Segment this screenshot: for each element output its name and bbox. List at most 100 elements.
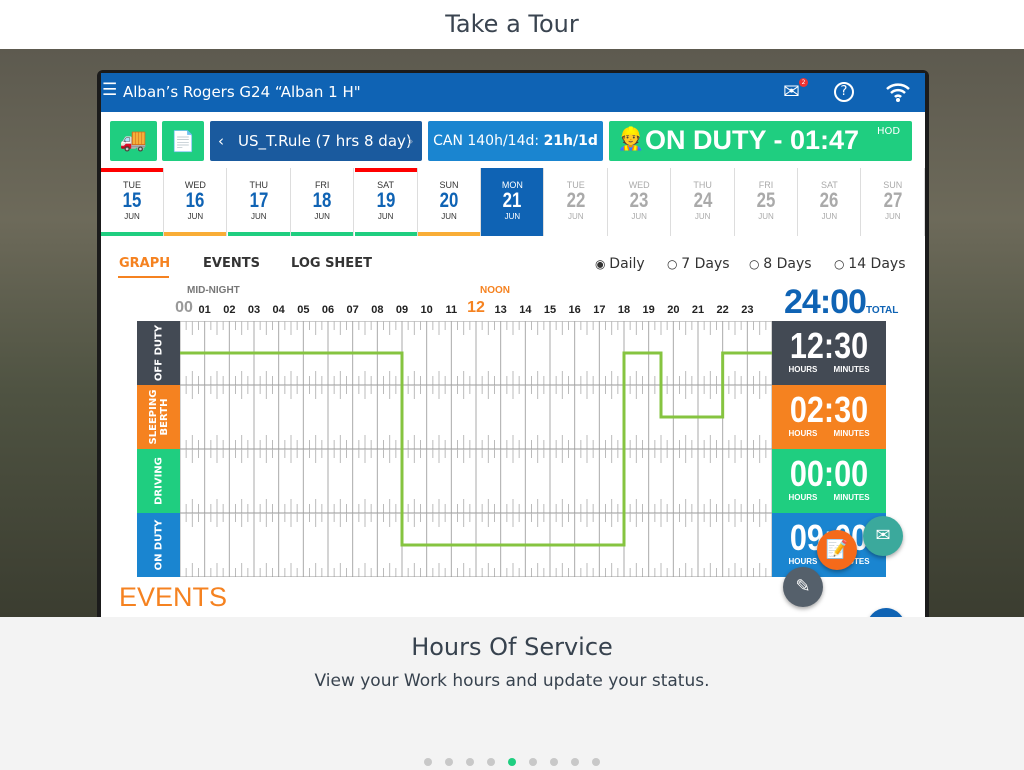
driver-icon: 👷: [617, 127, 645, 152]
hour-tick-label: 08: [371, 304, 384, 316]
hour-tick-label: 16: [568, 304, 581, 316]
wifi-icon[interactable]: [885, 81, 911, 103]
row-total-value: 12:30: [789, 325, 869, 366]
hour-tick-label: 13: [494, 304, 507, 316]
hour-tick-label: 03: [247, 304, 261, 316]
mail-badge: 2: [799, 78, 808, 87]
day-cell[interactable]: SAT 26 JUN: [798, 168, 862, 236]
can-value: 21h/1d: [543, 133, 598, 149]
day-cell[interactable]: SUN 27 JUN: [861, 168, 925, 236]
tab-log-sheet[interactable]: LOG SHEET: [291, 256, 372, 271]
day-cell[interactable]: MON 21 JUN: [481, 168, 545, 236]
hour-tick-label: 15: [543, 304, 557, 316]
mail-icon[interactable]: ✉: [783, 79, 800, 103]
day-cell[interactable]: THU 17 JUN: [227, 168, 291, 236]
row-total-value: 00:00: [789, 453, 869, 494]
day-mon: JUN: [441, 212, 457, 221]
day-mon: JUN: [694, 212, 711, 221]
chevron-left-icon[interactable]: ‹: [218, 121, 224, 161]
day-num: 26: [820, 189, 839, 212]
pagination-dot[interactable]: [550, 758, 558, 766]
day-cell[interactable]: FRI 25 JUN: [735, 168, 798, 236]
pagination-dot[interactable]: [445, 758, 453, 766]
page-title: Take a Tour: [0, 0, 1024, 49]
help-icon[interactable]: ?: [834, 82, 854, 102]
day-num: 16: [186, 189, 205, 212]
day-num: 19: [376, 189, 395, 212]
pagination-dot[interactable]: [529, 758, 537, 766]
chevron-right-icon[interactable]: ›: [408, 121, 414, 161]
note-edit-icon: 📝: [825, 539, 849, 560]
day-mon: JUN: [821, 212, 838, 221]
pagination-dot[interactable]: [592, 758, 600, 766]
hour-tick-label: 12: [467, 299, 485, 316]
day-cell[interactable]: FRI 18 JUN: [291, 168, 355, 236]
duty-status-button[interactable]: 👷 ON DUTY - 01:47 HOD: [609, 121, 912, 161]
row-label: SLEEPING BERTH: [137, 385, 180, 449]
day-cell[interactable]: TUE 15 JUN: [101, 168, 164, 236]
range-label: 7 Days: [681, 256, 730, 272]
active-tab-indicator: [118, 276, 169, 278]
day-cell[interactable]: WED 23 JUN: [608, 168, 672, 236]
day-num: 17: [249, 189, 269, 212]
day-num: 24: [693, 189, 712, 212]
range-option[interactable]: ○ 7 Days: [667, 256, 730, 272]
pagination-dot[interactable]: [508, 758, 516, 766]
hour-tick-label: 22: [716, 304, 729, 316]
row-total-units: HOURS MINUTES: [788, 493, 870, 502]
day-num: 21: [503, 189, 522, 212]
day-cell[interactable]: THU 24 JUN: [671, 168, 735, 236]
range-label: 8 Days: [763, 256, 812, 272]
day-mon: JUN: [377, 212, 394, 221]
tab-graph[interactable]: GRAPH: [119, 256, 170, 271]
hour-tick-label: 02: [223, 304, 236, 316]
row-label: DRIVING: [137, 449, 180, 513]
day-num: 18: [312, 189, 332, 212]
pencil-icon: ✎: [795, 576, 811, 597]
add-note-button[interactable]: 📝: [817, 530, 857, 570]
pagination-dot[interactable]: [487, 758, 495, 766]
pagination-dot[interactable]: [466, 758, 474, 766]
noon-label: NOON: [480, 285, 510, 296]
midnight-label: MID-NIGHT: [187, 285, 240, 296]
day-mon: JUN: [504, 212, 521, 221]
rule-selector[interactable]: ‹ US_T.Rule (7 hrs 8 day) ›: [210, 121, 422, 161]
day-mon: JUN: [251, 212, 267, 221]
duty-status-text: ON DUTY - 01:47: [645, 125, 860, 155]
edit-button[interactable]: ✎: [783, 567, 823, 607]
hour-tick-label: 10: [420, 304, 433, 316]
day-cell[interactable]: TUE 22 JUN: [544, 168, 608, 236]
app-header: ☰ Alban’s Rogers G24 “Alban 1 H" ✉ 2 ?: [101, 73, 925, 112]
truck-check-icon: 🚚: [119, 128, 148, 153]
pagination-dot[interactable]: [424, 758, 432, 766]
tab-events[interactable]: EVENTS: [203, 256, 260, 271]
day-status-bar: [354, 232, 417, 236]
total-value: 24:00: [784, 283, 867, 321]
range-option[interactable]: ○ 8 Days: [749, 256, 812, 272]
vehicle-inspection-button[interactable]: 🚚: [110, 121, 157, 161]
range-option[interactable]: ○ 14 Days: [834, 256, 906, 272]
day-status-bar: [164, 232, 227, 236]
range-option[interactable]: ◉ Daily: [595, 256, 645, 272]
action-button[interactable]: [867, 608, 905, 617]
day-cell[interactable]: SAT 19 JUN: [354, 168, 418, 236]
send-message-button[interactable]: ✉: [863, 516, 903, 556]
row-total: 02:30 HOURS MINUTES: [772, 385, 886, 449]
radio-checked-icon: ◉: [595, 257, 610, 271]
duty-graph[interactable]: [180, 321, 772, 577]
pagination-dot[interactable]: [571, 758, 579, 766]
menu-icon[interactable]: ☰: [102, 80, 117, 100]
rule-label: US_T.Rule (7 hrs 8 day): [238, 132, 412, 150]
hour-tick-label: 01: [198, 304, 211, 316]
row-total-units: HOURS MINUTES: [788, 429, 870, 438]
day-cell[interactable]: SUN 20 JUN: [418, 168, 481, 236]
documents-button[interactable]: 📄: [162, 121, 204, 161]
day-mon: JUN: [758, 212, 774, 221]
feature-panel: Hours Of Service View your Work hours an…: [0, 617, 1024, 768]
hour-tick-label: 04: [272, 304, 285, 316]
radio-icon: ○: [834, 257, 849, 271]
day-mon: JUN: [568, 212, 584, 221]
day-cell[interactable]: WED 16 JUN: [164, 168, 228, 236]
day-num: 25: [756, 189, 776, 212]
row-label-text: SLEEPING BERTH: [147, 389, 170, 445]
